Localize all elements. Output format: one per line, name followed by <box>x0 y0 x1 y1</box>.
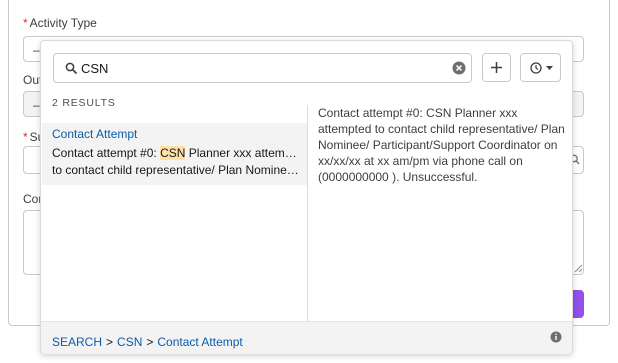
plus-icon <box>491 62 502 73</box>
search-box[interactable] <box>53 53 472 83</box>
info-icon[interactable] <box>550 331 562 343</box>
result-item[interactable]: Contact Attempt Contact attempt #0: CSN … <box>42 123 307 185</box>
search-icon <box>65 62 77 74</box>
resize-handle-icon[interactable] <box>574 264 583 273</box>
pane-divider <box>307 105 308 323</box>
outcome-value: – <box>33 98 40 112</box>
result-preview: Contact attempt #0: CSN Planner xxx atte… <box>318 106 565 184</box>
result-title[interactable]: Contact Attempt <box>52 127 137 141</box>
activity-type-value: – <box>33 43 40 57</box>
clock-icon <box>530 62 542 74</box>
activity-type-label: * Activity Type <box>23 16 97 30</box>
recent-menu-button[interactable] <box>520 53 561 82</box>
results-count: 2 RESULTS <box>52 97 116 109</box>
breadcrumb-search[interactable]: SEARCH <box>52 335 102 349</box>
add-button[interactable] <box>482 53 511 82</box>
result-snippet: Contact attempt #0: CSN Planner xxx atte… <box>52 146 302 177</box>
breadcrumb-query[interactable]: CSN <box>117 335 142 349</box>
search-highlight: CSN <box>160 146 186 160</box>
search-input[interactable] <box>81 58 441 78</box>
lookup-dropdown: 2 RESULTS Contact Attempt Contact attemp… <box>40 40 573 354</box>
chevron-down-icon <box>546 66 553 70</box>
breadcrumb: SEARCH > CSN > Contact Attempt <box>52 335 243 349</box>
lookup-footer: SEARCH > CSN > Contact Attempt <box>41 321 572 354</box>
breadcrumb-template[interactable]: Contact Attempt <box>157 335 242 349</box>
required-marker: * <box>23 16 28 30</box>
clear-icon[interactable] <box>452 61 466 75</box>
